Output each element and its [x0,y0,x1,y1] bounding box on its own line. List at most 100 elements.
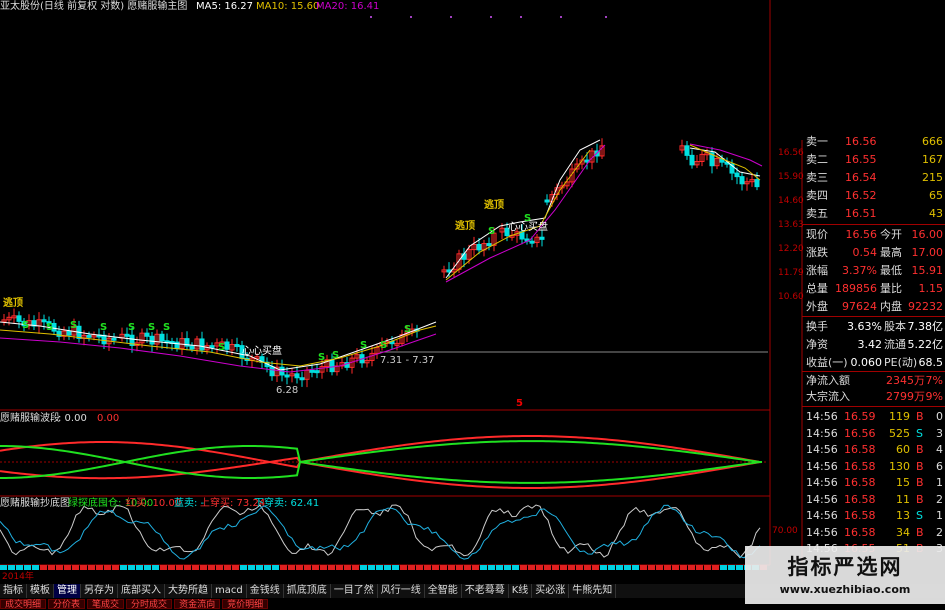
toolbar-button[interactable]: 大势所趋 [165,584,212,598]
tick-row: 14:56 16.58 130 B 6 [806,459,943,473]
strip-segment [648,565,655,570]
strip-segment [104,565,111,570]
bottom-tab[interactable]: 竞价明细 [222,599,269,610]
strip-segment [344,565,351,570]
strip-segment [432,565,439,570]
candle-body [299,377,305,381]
strip-segment [368,565,375,570]
toolbar-button[interactable]: 全智能 [425,584,462,598]
toolbar-button[interactable]: 指标 [0,584,27,598]
strip-segment [632,565,639,570]
strip-segment [128,565,135,570]
candle-body [754,179,760,188]
candle-body [544,199,550,203]
chart-title: 亚太股份(日线 前复权 对数) 愿赌服输主图 [0,1,188,12]
strip-segment [608,565,615,570]
s-signal-marker: S [163,322,171,333]
strip-segment [672,565,679,570]
strip-segment [192,565,199,570]
candle-body [734,172,740,178]
date-strip [0,565,767,570]
flow-row: 大宗流入 2799万 9% [806,390,943,403]
toolbar-button[interactable]: 模板 [27,584,54,598]
toolbar-button[interactable]: 风行一线 [378,584,425,598]
strip-segment [424,565,431,570]
candle-body [111,337,117,341]
bottom-tabs: 成交明细 分价表 笔成交 分时成交 资金流向 竞价明细 [0,599,270,610]
toolbar-button[interactable]: 另存为 [81,584,118,598]
toolbar-button[interactable]: K线 [509,584,533,598]
candle-body [314,370,320,374]
s-signal-marker: S [488,226,496,237]
strip-segment [272,565,279,570]
strip-segment [664,565,671,570]
indicator1-title: 愿赌服输波段 [0,413,60,424]
candle-body [224,341,230,350]
strip-segment [72,565,79,570]
toolbar-button[interactable]: 底部买入 [118,584,165,598]
strip-segment [592,565,599,570]
bottom-tab[interactable]: 笔成交 [87,599,125,610]
strip-segment [48,565,55,570]
strip-segment [312,565,319,570]
strip-segment [696,565,703,570]
strip-segment [352,565,359,570]
toolbar-button[interactable]: 管理 [54,584,81,598]
candle-body [234,344,240,348]
s-signal-marker: S [218,342,226,353]
stat-row: 净资 3.42 流通 5.22亿 [806,338,943,351]
tick-row: 14:56 16.58 13 S 1 [806,509,943,522]
strip-segment [736,565,743,570]
strip-segment [32,565,39,570]
strip-segment [584,565,591,570]
toolbar-button[interactable]: 牛熊先知 [569,584,617,598]
strip-segment [176,565,183,570]
bottom-tab[interactable]: 分时成交 [126,599,173,610]
candle-body [529,240,535,244]
strip-segment [520,565,527,570]
candle-body [199,338,205,351]
strip-segment [360,565,367,570]
strip-segment [624,565,631,570]
strip-segment [640,565,647,570]
quote-panel: 卖一 16.56 666 卖二 16.55 167 卖三 16.54 215 卖… [770,135,945,588]
candle-body [689,154,695,166]
low-price-label: 6.28 [276,385,299,396]
bottom-tab[interactable]: 分价表 [48,599,86,610]
strip-segment [680,565,687,570]
toolbar-button[interactable]: 抓底顶底 [284,584,331,598]
candle-body [539,236,545,240]
strip-segment [448,565,455,570]
bottom-indicator-lines [0,504,761,560]
indicator1-value: : 0.00 [58,413,87,424]
indicator1-value2: 0.00 [97,413,120,424]
candle-body [284,374,290,378]
strip-segment [280,565,287,570]
strip-segment [88,565,95,570]
stat-row: 外盘 97624 内盘 92232 [806,300,943,313]
strip-segment [416,565,423,570]
strip-segment [56,565,63,570]
toolbar-button[interactable]: 买必涨 [532,584,570,598]
toolbar-button[interactable]: 金钱线 [247,584,284,598]
tick-row: 14:56 16.56 525 S 3 [806,426,943,440]
strip-segment [136,565,143,570]
toolbar-button[interactable]: macd [212,584,247,598]
stat-row: 现价 16.56 今开 16.00 [806,228,943,241]
strip-segment [224,565,231,570]
s-signal-marker: S [70,320,78,331]
strip-segment [536,565,543,570]
strip-segment [40,565,47,570]
strip-segment [336,565,343,570]
toolbar-button[interactable]: 不老蓦蓦 [462,584,509,598]
strip-segment [480,565,487,570]
strip-segment [152,565,159,570]
strip-segment [392,565,399,570]
ask-row: 卖四 16.52 65 [806,189,943,202]
candle-body [86,334,92,338]
bottom-tab[interactable]: 成交明细 [0,599,47,610]
toolbar-button[interactable]: 一目了然 [331,584,378,598]
date-label: 2014年 [2,572,34,582]
bottom-tab[interactable]: 资金流向 [174,599,221,610]
s-signal-marker: S [524,213,532,224]
